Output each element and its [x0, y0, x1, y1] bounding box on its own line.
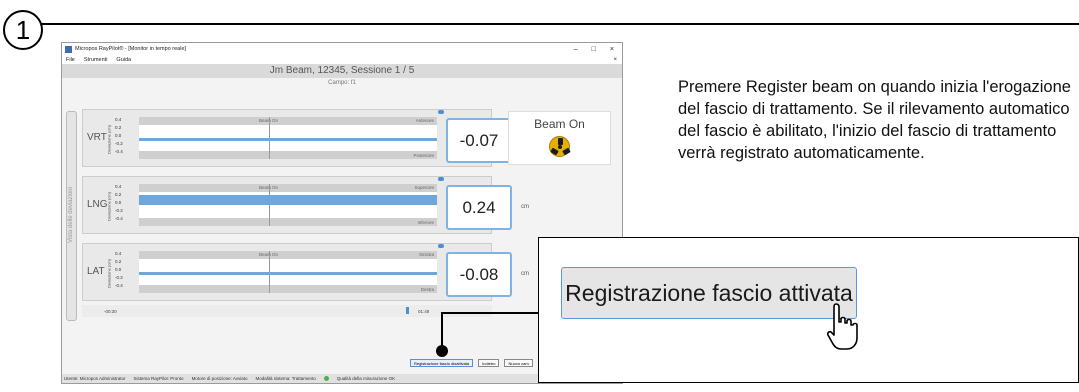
maximize-button[interactable]: □ [592, 46, 596, 53]
vertical-tab-label: Vista delle deviazioni [68, 187, 74, 243]
tick-labels: 0.4 0.2 0.0 -0.2 -0.4 [115, 117, 123, 154]
step-divider-line [40, 23, 1079, 25]
signal-line [139, 138, 437, 141]
menu-file[interactable]: File [66, 57, 75, 63]
beam-status-panel: Beam On [508, 111, 611, 165]
window-title: Micropos RayPilot® - [Monitor in tempo r… [75, 46, 187, 52]
quality-ok-icon [323, 376, 329, 381]
timeline-start: -00:30 [104, 309, 117, 314]
timeline-cursor[interactable] [406, 307, 409, 314]
deviation-plot: Beam On Sinistra Destra [139, 251, 437, 293]
radiation-icon [549, 136, 571, 157]
tick-labels: 0.4 0.2 0.0 -0.2 -0.4 [115, 184, 123, 221]
deviation-plot: Beam On Superiore Inferiore [139, 184, 437, 226]
status-system: Sistema RayPilot: Pronto [133, 376, 184, 381]
register-beam-button[interactable]: Registrazione fascio disattivata [410, 359, 474, 367]
instruction-text: Premere Register beam on quando inizia l… [678, 78, 1071, 162]
deviation-row-vrt: VRT Deviazione (cm) 0.4 0.2 0.0 -0.2 -0.4 Be… [82, 109, 529, 167]
step-number-badge: 1 [3, 10, 43, 50]
new-field-button[interactable]: Nuovo cam [504, 359, 533, 367]
beam-on-marker-label: Beam On [259, 185, 279, 190]
beam-status-label: Beam On [534, 117, 585, 131]
deviation-row-lat: LAT Deviazione (cm) 0.4 0.2 0.0 -0.2 -0.4 Be… [82, 243, 529, 301]
status-user: Utente: Micropos Administrator [64, 376, 126, 381]
hand-cursor-icon [826, 303, 858, 350]
threshold-marker [438, 110, 444, 114]
register-beam-zoomed-button[interactable]: Registrazione fascio attivata [561, 267, 857, 319]
unit-label: cm [521, 271, 529, 277]
status-motor: Motore di posizione: Avviato [191, 376, 248, 381]
bottom-direction-label: Inferiore [417, 220, 434, 225]
callout-leader-line [441, 312, 538, 351]
menu-guida[interactable]: Guida [116, 57, 131, 63]
deviation-value: -0.08 [446, 252, 512, 297]
deviation-plot: Beam On Anteriore Posteriore [139, 117, 437, 159]
tick-labels: 0.4 0.2 0.0 -0.2 -0.4 [115, 251, 123, 288]
timeline: -00:30 01:48 [82, 305, 492, 317]
app-logo-icon [65, 45, 72, 53]
deviation-value: 0.24 [446, 185, 512, 230]
close-button[interactable]: × [610, 46, 614, 53]
status-quality: Qualità della misurazione OK [336, 376, 396, 381]
signal-line [139, 194, 437, 205]
bottom-direction-label: Posteriore [413, 153, 434, 158]
signal-line [139, 272, 437, 276]
zoom-callout: Registrazione fascio attivata [538, 237, 1079, 383]
threshold-marker [438, 177, 444, 181]
top-direction-label: Superiore [414, 185, 434, 190]
y-axis-label: Deviazione (cm) [106, 125, 112, 154]
title-bar: Micropos RayPilot® - [Monitor in tempo r… [62, 43, 622, 55]
vertical-view-tab[interactable]: Vista delle deviazioni [66, 111, 77, 321]
deviation-value: -0.07 [446, 118, 512, 163]
action-buttons: Registrazione fascio disattivata Indietr… [410, 359, 533, 367]
row-label: LAT [87, 266, 105, 277]
field-label: Campo: f1 [328, 80, 356, 86]
top-direction-label: Sinistra [418, 252, 434, 257]
y-axis-label: Deviazione (cm) [106, 192, 112, 221]
y-axis-label: Deviazione (cm) [106, 259, 112, 288]
back-button[interactable]: Indietro [478, 359, 500, 367]
beam-on-marker-label: Beam On [259, 252, 279, 257]
callout-dot [436, 345, 448, 357]
menu-strumenti[interactable]: Strumenti [84, 57, 108, 63]
timeline-end: 01:48 [418, 309, 430, 314]
minimize-button[interactable]: – [574, 46, 578, 53]
session-title: Jm Beam, 12345, Sessione 1 / 5 [62, 64, 622, 78]
deviation-row-lng: LNG Deviazione (cm) 0.4 0.2 0.0 -0.2 -0.4 Be… [82, 176, 529, 234]
bottom-direction-label: Destra [420, 287, 434, 292]
menu-bar: File Strumenti Guida × [62, 55, 622, 64]
beam-on-marker-label: Beam On [259, 118, 279, 123]
row-label: VRT [87, 132, 107, 143]
top-direction-label: Anteriore [415, 118, 434, 123]
status-mode: Modalità sistema: Trattamento [255, 376, 316, 381]
threshold-marker [438, 244, 444, 248]
close-document-button[interactable]: × [613, 57, 617, 63]
unit-label: cm [521, 204, 529, 210]
